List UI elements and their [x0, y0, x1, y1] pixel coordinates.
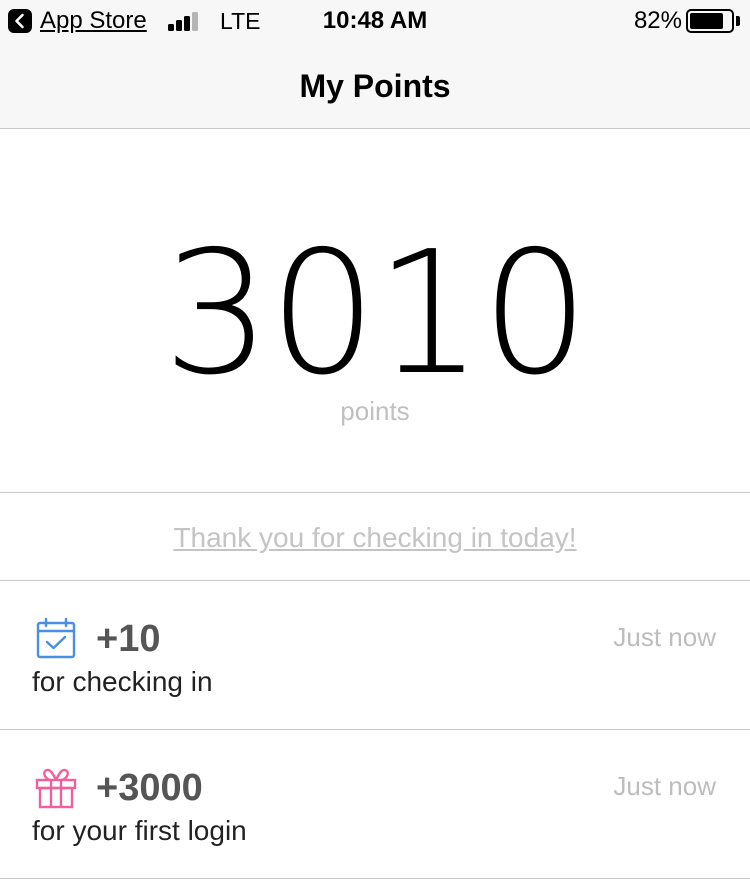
activity-timestamp: Just now — [613, 622, 716, 652]
battery-fill — [690, 13, 723, 29]
battery-icon — [686, 9, 734, 33]
list-item: +10 Just now for checking in — [0, 581, 750, 730]
checkin-banner: Thank you for checking in today! — [0, 493, 750, 581]
list-item: +3000 Just now for your first login — [0, 730, 750, 879]
points-summary: 3010 points — [0, 129, 750, 493]
page-title: My Points — [299, 68, 451, 104]
status-bar: App Store LTE 10:48 AM 82% — [0, 0, 750, 44]
calendar-check-icon — [36, 617, 76, 659]
activity-description: for your first login — [32, 815, 247, 846]
activity-description: for checking in — [32, 666, 213, 697]
checkin-thanks-link[interactable]: Thank you for checking in today! — [0, 521, 750, 555]
gift-icon — [35, 768, 77, 809]
points-unit-label: points — [340, 396, 410, 426]
activity-timestamp: Just now — [613, 771, 716, 801]
navigation-bar: My Points — [0, 44, 750, 129]
points-earned-amount: +3000 — [96, 767, 203, 809]
battery-percent: 82% — [633, 7, 682, 34]
battery-nub — [736, 16, 740, 26]
points-earned-amount: +10 — [96, 618, 161, 660]
points-total: 3010 — [162, 215, 590, 413]
